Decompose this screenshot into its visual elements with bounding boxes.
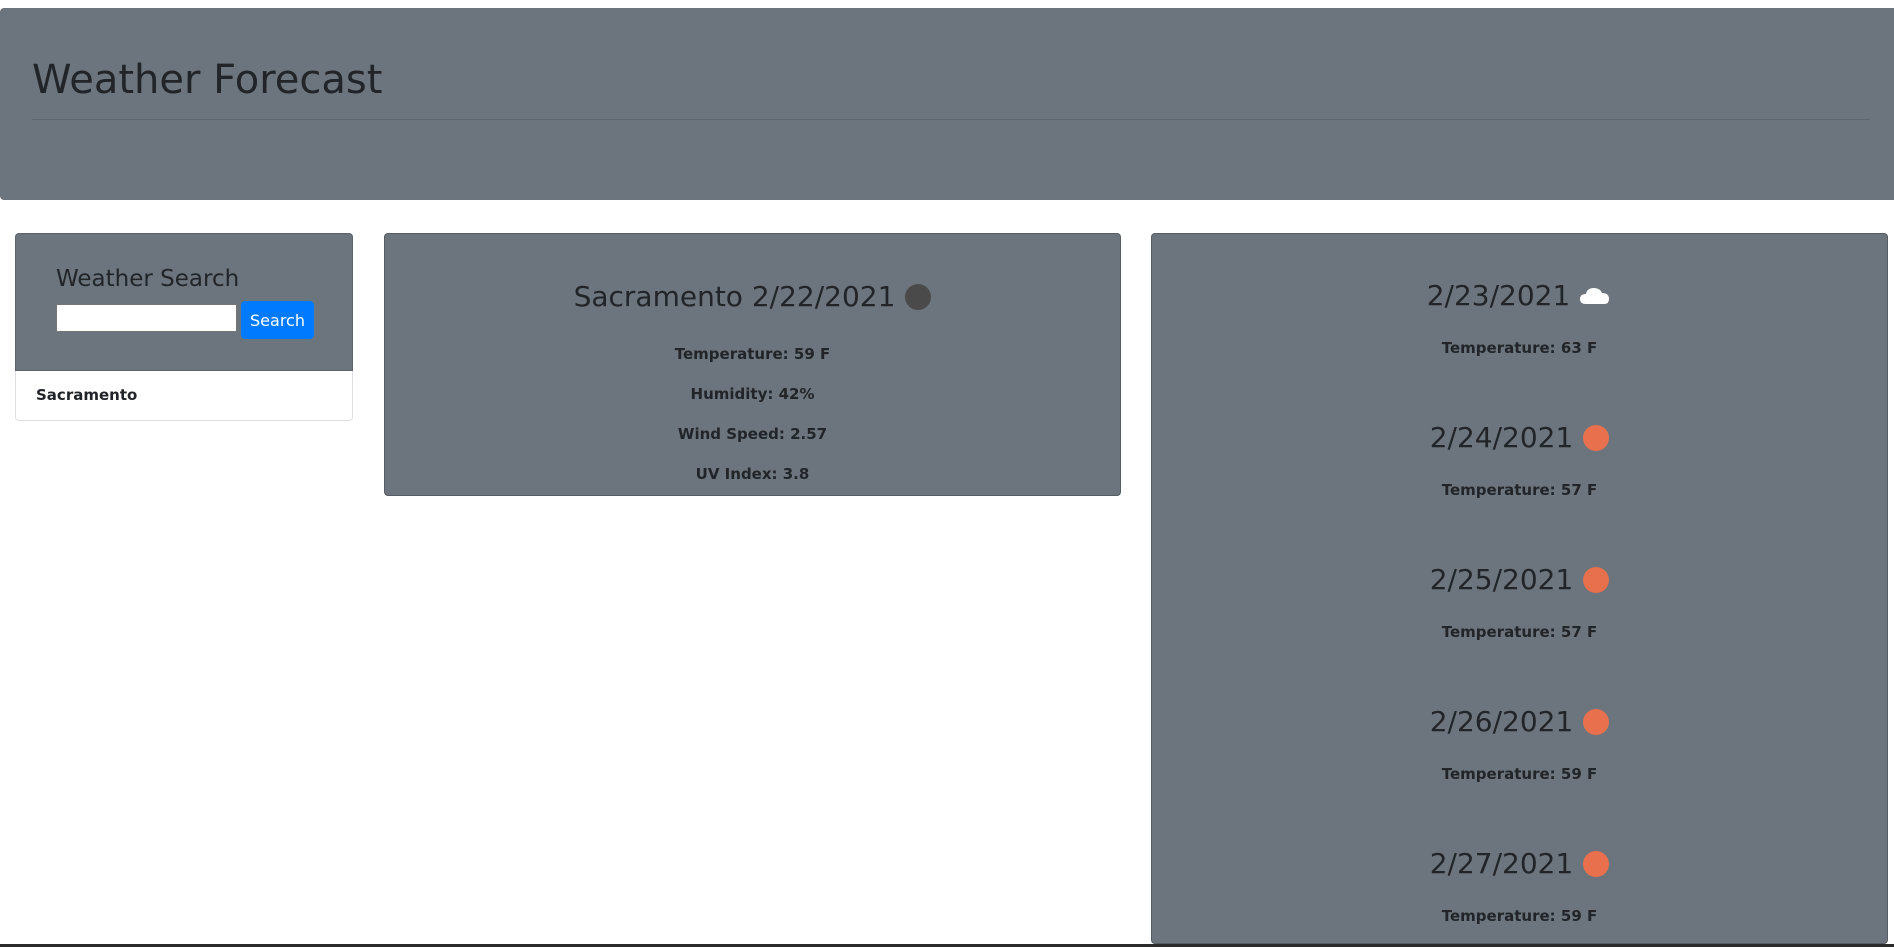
sun-icon <box>1583 567 1610 593</box>
forecast-day: 2/24/2021 Temperature: 57 F <box>1152 376 1887 518</box>
forecast-temperature: Temperature: 57 F <box>1441 623 1598 641</box>
current-weather-title: Sacramento 2/22/2021 <box>385 280 1120 314</box>
weather-condition-icon <box>905 284 932 310</box>
forecast-date-heading: 2/27/2021 <box>1152 847 1887 881</box>
history-item-sacramento[interactable]: Sacramento <box>15 371 353 421</box>
forecast-date: 2/24/2021 <box>1429 421 1574 454</box>
forecast-temperature: Temperature: 59 F <box>1441 765 1598 783</box>
current-temperature: Temperature: 59 F <box>674 345 831 363</box>
forecast-date: 2/23/2021 <box>1426 279 1571 312</box>
search-history-list: Sacramento <box>15 371 353 421</box>
sun-icon <box>1583 425 1610 451</box>
page-title: Weather Forecast <box>32 57 383 103</box>
sun-icon <box>1583 851 1610 877</box>
city-search-input[interactable] <box>56 304 237 332</box>
five-day-forecast-card: 2/23/2021 Temperature: 63 F 2/24/2021 Te… <box>1151 233 1888 944</box>
forecast-day: 2/23/2021 Temperature: 63 F <box>1152 234 1887 376</box>
current-humidity: Humidity: 42% <box>690 385 815 403</box>
current-city-date: Sacramento 2/22/2021 <box>573 280 896 313</box>
current-wind-speed: Wind Speed: 2.57 <box>677 425 828 443</box>
forecast-temperature: Temperature: 63 F <box>1441 339 1598 357</box>
forecast-date-heading: 2/24/2021 <box>1152 421 1887 455</box>
page: Weather Forecast Weather Search Search S… <box>0 0 1894 947</box>
current-uv-index: UV Index: 3.8 <box>695 465 810 483</box>
forecast-temperature: Temperature: 57 F <box>1441 481 1598 499</box>
forecast-day: 2/26/2021 Temperature: 59 F <box>1152 660 1887 802</box>
cloud-icon <box>1580 288 1610 304</box>
forecast-date-heading: 2/23/2021 <box>1152 279 1887 313</box>
forecast-day: 2/27/2021 Temperature: 59 F <box>1152 802 1887 944</box>
forecast-date: 2/26/2021 <box>1429 705 1574 738</box>
forecast-date: 2/25/2021 <box>1429 563 1574 596</box>
current-weather-card: Sacramento 2/22/2021 Temperature: 59 F H… <box>384 233 1121 496</box>
search-panel: Weather Search Search <box>15 233 353 371</box>
forecast-date-heading: 2/26/2021 <box>1152 705 1887 739</box>
forecast-temperature: Temperature: 59 F <box>1441 907 1598 925</box>
forecast-day: 2/25/2021 Temperature: 57 F <box>1152 518 1887 660</box>
forecast-date: 2/27/2021 <box>1429 847 1574 880</box>
search-heading: Weather Search <box>56 266 240 292</box>
forecast-date-heading: 2/25/2021 <box>1152 563 1887 597</box>
header-divider <box>32 119 1870 120</box>
search-button[interactable]: Search <box>241 301 314 339</box>
header-banner: Weather Forecast <box>0 8 1894 200</box>
sun-icon <box>1583 709 1610 735</box>
